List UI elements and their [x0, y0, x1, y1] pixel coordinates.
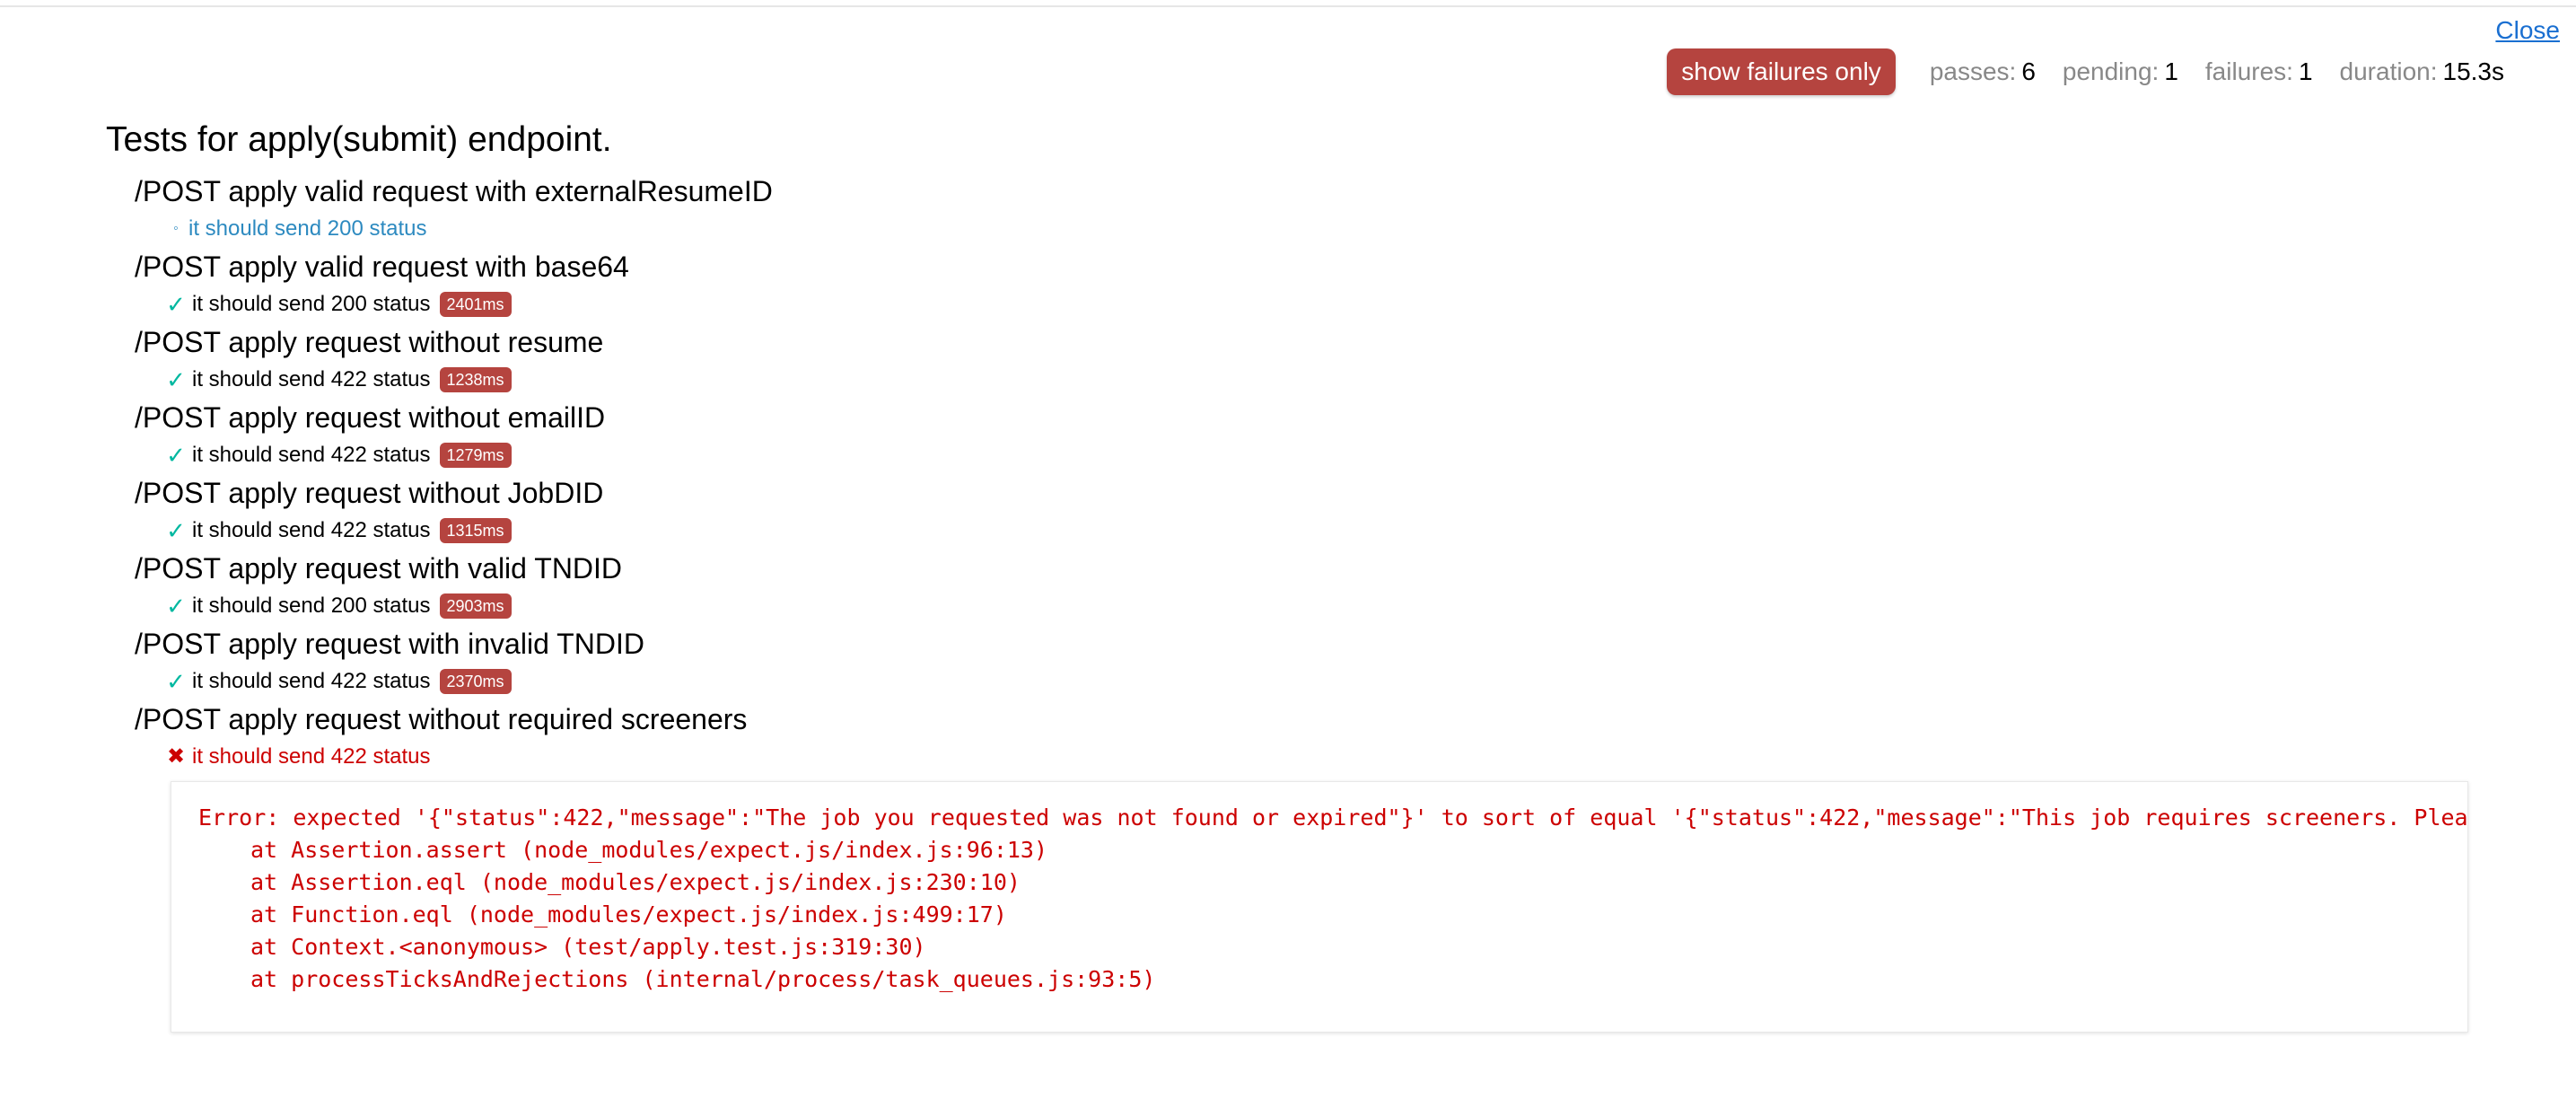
subsuite-title[interactable]: /POST apply request without resume [135, 323, 2576, 361]
subsuite-title[interactable]: /POST apply valid request with externalR… [135, 172, 2576, 210]
duration-value: 15.3s [2442, 57, 2505, 85]
test-report: Tests for apply(submit) endpoint. /POST … [106, 120, 2576, 776]
duration-badge: 2370ms [439, 669, 512, 694]
pending-stat[interactable]: pending: 1 [2063, 57, 2178, 86]
test-item[interactable]: ✓ it should send 422 status 1279ms [163, 436, 2576, 474]
duration-badge: 2401ms [439, 292, 512, 317]
subsuite: /POST apply request with valid TNDID ✓ it … [135, 550, 2576, 625]
subsuite-title[interactable]: /POST apply valid request with base64 [135, 248, 2576, 286]
stack-trace-line: at Assertion.eql (node_modules/expect.js… [250, 869, 1021, 895]
subsuite: /POST apply request without JobDID ✓ it sh… [135, 474, 2576, 550]
test-title: it should send 422 status [192, 443, 431, 467]
checkmark-icon: ✓ [166, 442, 186, 469]
show-failures-only-button[interactable]: show failures only [1667, 48, 1896, 95]
subsuite: /POST apply valid request with base64 ✓ it… [135, 248, 2576, 323]
suite-title[interactable]: Tests for apply(submit) endpoint. [106, 120, 2576, 160]
pending-count: 1 [2164, 57, 2178, 85]
test-item[interactable]: ✓ it should send 422 status 1315ms [163, 512, 2576, 550]
subsuite-list: /POST apply valid request with externalR… [106, 172, 2576, 776]
subsuite: /POST apply request without emailID ✓ it s… [135, 399, 2576, 474]
failures-count: 1 [2298, 57, 2313, 85]
passes-count: 6 [2021, 57, 2036, 85]
checkmark-icon: ✓ [166, 668, 186, 695]
failures-label: failures: [2204, 57, 2293, 85]
error-message: Error: expected '{"status":422,"message"… [198, 804, 2468, 831]
stack-trace-line: at Function.eql (node_modules/expect.js/… [250, 901, 1007, 928]
subsuite-title[interactable]: /POST apply request with invalid TNDID [135, 625, 2576, 663]
duration-label: duration: [2339, 57, 2438, 85]
stack-trace-line: at Context.<anonymous> (test/apply.test.… [250, 934, 926, 960]
error-stack-trace: Error: expected '{"status":422,"message"… [171, 781, 2468, 1033]
test-title: it should send 200 status [192, 292, 431, 316]
pending-label: pending: [2062, 57, 2160, 85]
duration-badge: 1315ms [439, 518, 512, 543]
test-title: it should send 422 status [192, 367, 431, 391]
subsuite-title[interactable]: /POST apply request with valid TNDID [135, 550, 2576, 587]
failures-stat[interactable]: failures: 1 [2205, 57, 2313, 86]
subsuite: /POST apply request with invalid TNDID ✓ i… [135, 625, 2576, 700]
test-item[interactable]: ✓ it should send 422 status 1238ms [163, 361, 2576, 399]
checkmark-icon: ✓ [166, 593, 186, 620]
subsuite-title[interactable]: /POST apply request without emailID [135, 399, 2576, 436]
test-title: it should send 200 status [192, 593, 431, 618]
duration-badge: 2903ms [439, 593, 512, 619]
top-divider [0, 0, 2576, 7]
test-item[interactable]: ◦ it should send 200 status [163, 210, 2576, 248]
passes-label: passes: [1929, 57, 2017, 85]
subsuite: /POST apply valid request with externalR… [135, 172, 2576, 248]
stats-bar: show failures only passes: 6 pending: 1 fa… [1667, 48, 2504, 95]
close-link[interactable]: Close [2495, 16, 2560, 45]
test-item[interactable]: ✓ it should send 200 status 2401ms [163, 286, 2576, 323]
subsuite: /POST apply request without resume ✓ it sh… [135, 323, 2576, 399]
duration-stat: duration: 15.3s [2340, 57, 2504, 86]
subsuite-title[interactable]: /POST apply request without required scr… [135, 700, 2576, 738]
stack-trace-line: at processTicksAndRejections (internal/p… [250, 966, 1156, 992]
test-title: it should send 422 status [192, 744, 431, 769]
checkmark-icon: ✓ [166, 366, 186, 393]
pending-icon: ◦ [173, 221, 179, 236]
stack-trace-line: at Assertion.assert (node_modules/expect… [250, 837, 1048, 863]
test-title: it should send 422 status [192, 518, 431, 542]
cross-icon: ✖ [166, 744, 186, 769]
passes-stat[interactable]: passes: 6 [1930, 57, 2036, 86]
test-item[interactable]: ✖ it should send 422 status [163, 738, 2576, 776]
checkmark-icon: ✓ [166, 517, 186, 544]
test-item[interactable]: ✓ it should send 200 status 2903ms [163, 587, 2576, 625]
duration-badge: 1279ms [439, 443, 512, 468]
subsuite-title[interactable]: /POST apply request without JobDID [135, 474, 2576, 512]
test-title: it should send 422 status [192, 669, 431, 693]
test-title: it should send 200 status [188, 216, 427, 241]
duration-badge: 1238ms [439, 367, 512, 392]
stack-trace-lines: at Assertion.assert (node_modules/expect… [198, 834, 2440, 996]
test-item[interactable]: ✓ it should send 422 status 2370ms [163, 663, 2576, 700]
subsuite: /POST apply request without required scr… [135, 700, 2576, 776]
checkmark-icon: ✓ [166, 291, 186, 318]
